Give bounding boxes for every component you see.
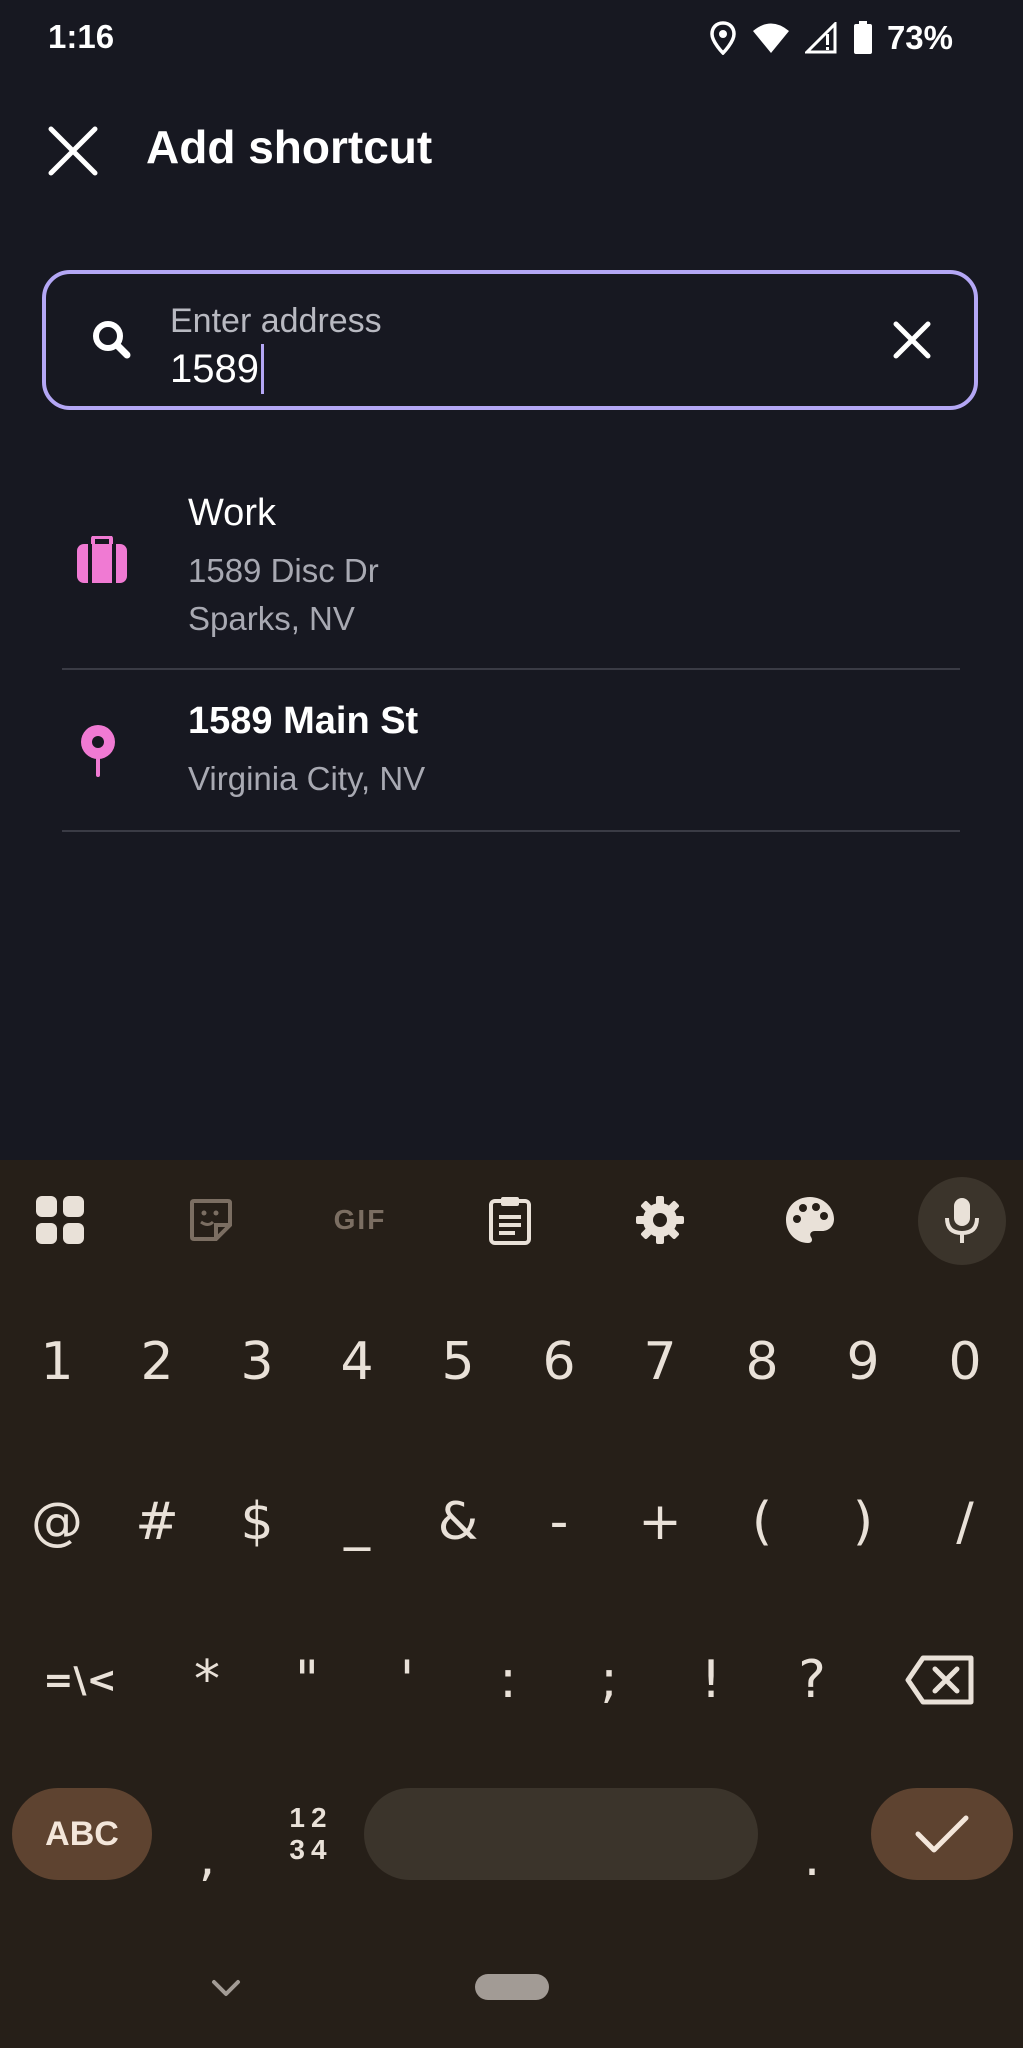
more-symbols-key[interactable]: =\< — [20, 1615, 140, 1745]
palette-icon[interactable] — [780, 1190, 840, 1250]
number-row: 1 2 3 4 5 6 7 8 9 0 — [0, 1297, 1023, 1427]
checkmark-icon — [915, 1815, 969, 1853]
key-7[interactable]: 7 — [610, 1297, 710, 1427]
key-8[interactable]: 8 — [712, 1297, 812, 1427]
gif-button[interactable]: GIF — [325, 1190, 395, 1250]
key-comma[interactable]: , — [157, 1778, 257, 1888]
clear-icon — [893, 321, 931, 359]
enter-key[interactable] — [871, 1788, 1013, 1880]
key-exclamation[interactable]: ! — [661, 1615, 761, 1745]
key-double-quote[interactable]: " — [257, 1615, 357, 1745]
result-text: Work 1589 Disc Dr Sparks, NV — [188, 492, 379, 643]
result-title: 1589 Main St — [188, 700, 419, 742]
search-input[interactable]: 1589 — [170, 344, 264, 394]
wifi-icon — [752, 23, 789, 53]
key-1[interactable]: 1 — [7, 1297, 107, 1427]
key-minus[interactable]: - — [509, 1457, 609, 1587]
abc-key[interactable]: ABC — [12, 1788, 152, 1880]
result-item-work[interactable]: Work 1589 Disc Dr Sparks, NV — [62, 460, 960, 670]
key-close-paren[interactable]: ) — [813, 1457, 913, 1587]
key-slash[interactable]: / — [915, 1457, 1015, 1587]
map-pin-icon — [76, 724, 120, 785]
key-semicolon[interactable]: ; — [559, 1615, 659, 1745]
key-question[interactable]: ? — [762, 1615, 862, 1745]
backspace-key[interactable] — [890, 1615, 990, 1745]
battery-icon — [853, 21, 872, 54]
bottom-row: ABC , 12 34 . — [0, 1758, 1023, 1898]
status-icons: 73% — [709, 14, 953, 62]
numpad-top: 12 — [289, 1802, 333, 1833]
keyboard: GIF 1 2 3 4 5 6 7 8 9 0 @ # $ _ & - + (… — [0, 1160, 1023, 2048]
key-single-quote[interactable]: ' — [357, 1615, 457, 1745]
key-6[interactable]: 6 — [509, 1297, 609, 1427]
settings-icon[interactable] — [630, 1190, 690, 1250]
result-item-main-st[interactable]: 1589 Main St Virginia City, NV — [62, 670, 960, 832]
key-colon[interactable]: : — [458, 1615, 558, 1745]
key-4[interactable]: 4 — [307, 1297, 407, 1427]
key-underscore[interactable]: _ — [307, 1457, 407, 1587]
text-cursor — [260, 344, 264, 394]
hide-keyboard-button[interactable] — [206, 1972, 246, 2002]
result-title: Work — [188, 492, 276, 534]
key-at[interactable]: @ — [7, 1457, 107, 1587]
chevron-down-icon — [212, 1980, 240, 1996]
cell-signal-icon — [804, 22, 837, 54]
key-3[interactable]: 3 — [207, 1297, 307, 1427]
address-search-field[interactable]: Enter address 1589 — [42, 270, 978, 410]
keyboard-toolbar: GIF — [0, 1160, 1023, 1278]
sticker-icon[interactable] — [181, 1190, 241, 1250]
apps-grid-icon[interactable] — [30, 1190, 90, 1250]
microphone-button[interactable] — [918, 1177, 1006, 1265]
key-9[interactable]: 9 — [813, 1297, 913, 1427]
result-city-line: Sparks, NV — [188, 600, 355, 637]
space-key[interactable] — [364, 1788, 758, 1880]
close-icon — [48, 126, 98, 176]
home-handle[interactable] — [475, 1974, 549, 2000]
status-time: 1:16 — [48, 18, 115, 55]
key-2[interactable]: 2 — [107, 1297, 207, 1427]
microphone-icon — [945, 1198, 979, 1243]
result-city-line: Virginia City, NV — [188, 760, 426, 797]
clipboard-icon[interactable] — [480, 1190, 540, 1250]
key-plus[interactable]: + — [610, 1457, 710, 1587]
navigation-bar — [0, 1920, 1023, 2048]
key-period[interactable]: . — [762, 1778, 862, 1888]
results-list: Work 1589 Disc Dr Sparks, NV 1589 Main S… — [62, 460, 960, 832]
result-address-line: 1589 Disc Dr — [188, 552, 379, 589]
symbol-row-2: =\< * " ' : ; ! ? — [0, 1615, 1023, 1745]
location-icon — [710, 21, 736, 55]
app-bar: Add shortcut — [0, 80, 1023, 215]
clear-search-button[interactable] — [884, 312, 940, 368]
key-open-paren[interactable]: ( — [712, 1457, 812, 1587]
search-input-value: 1589 — [170, 346, 259, 391]
key-5[interactable]: 5 — [408, 1297, 508, 1427]
result-text: 1589 Main St Virginia City, NV — [188, 700, 425, 803]
numpad-key[interactable]: 12 34 — [268, 1788, 354, 1880]
backspace-icon — [905, 1655, 974, 1705]
key-ampersand[interactable]: & — [408, 1457, 508, 1587]
close-button[interactable] — [40, 118, 106, 184]
status-bar: 1:16 73% — [0, 0, 1023, 76]
key-asterisk[interactable]: * — [157, 1615, 257, 1745]
page-title: Add shortcut — [146, 121, 433, 173]
symbol-row-1: @ # $ _ & - + ( ) / — [0, 1457, 1023, 1587]
key-0[interactable]: 0 — [915, 1297, 1015, 1427]
battery-percent: 73% — [886, 19, 953, 56]
key-dollar[interactable]: $ — [207, 1457, 307, 1587]
briefcase-icon — [76, 535, 128, 589]
search-icon — [84, 312, 140, 368]
search-label: Enter address — [170, 302, 382, 340]
numpad-bottom: 34 — [289, 1834, 333, 1865]
key-hash[interactable]: # — [107, 1457, 207, 1587]
